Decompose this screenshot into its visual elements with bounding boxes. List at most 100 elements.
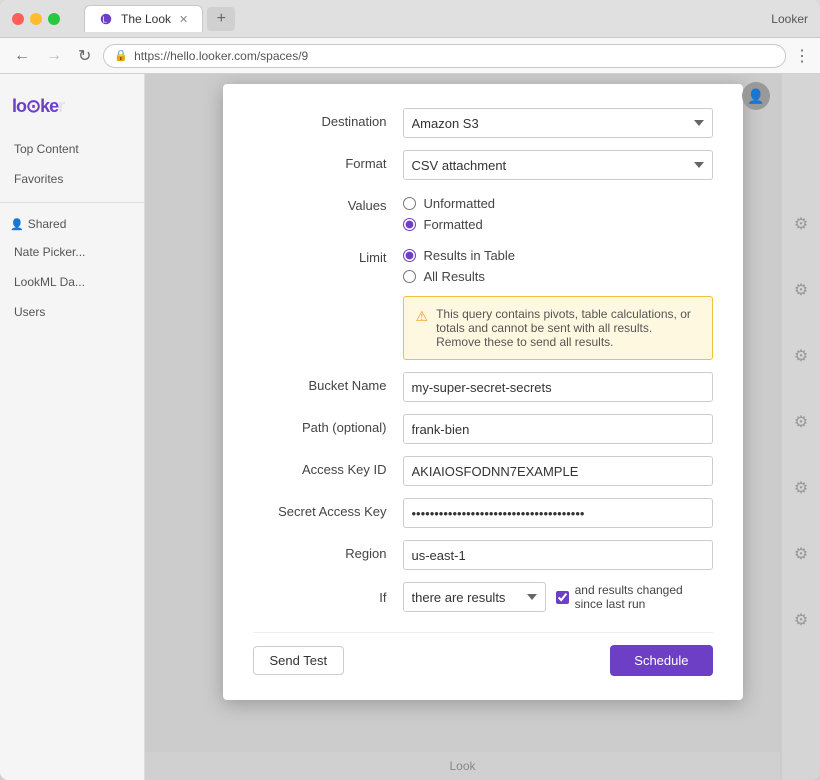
format-control: CSV attachment: [403, 150, 713, 180]
browser-tab[interactable]: L The Look ✕: [84, 5, 203, 32]
minimize-button[interactable]: [30, 13, 42, 25]
path-label: Path (optional): [253, 414, 403, 435]
values-radio-group: Unformatted Formatted: [403, 192, 713, 232]
tab-favicon: L: [99, 12, 113, 26]
gear-icon-6[interactable]: ⚙: [794, 544, 808, 564]
values-formatted-radio[interactable]: [403, 218, 416, 231]
limit-results-in-table-option[interactable]: Results in Table: [403, 248, 713, 263]
send-test-button[interactable]: Send Test: [253, 646, 345, 675]
schedule-dialog: Destination Amazon S3 Format CSV attachm…: [223, 84, 743, 700]
schedule-button[interactable]: Schedule: [610, 645, 712, 676]
warning-text: This query contains pivots, table calcul…: [436, 307, 699, 349]
limit-control: Results in Table All Results ⚠ This quer…: [403, 244, 713, 360]
tab-area: L The Look ✕ +: [84, 5, 235, 32]
path-control: [403, 414, 713, 444]
destination-row: Destination Amazon S3: [253, 108, 713, 138]
destination-label: Destination: [253, 108, 403, 129]
dialog-footer: Send Test Schedule: [253, 632, 713, 676]
reload-button[interactable]: ↻: [74, 44, 95, 68]
sidebar-item-favorites[interactable]: Favorites: [0, 164, 144, 194]
if-checkbox-label: and results changed since last run: [575, 583, 713, 611]
path-input[interactable]: [403, 414, 713, 444]
browser-menu-button[interactable]: ⋮: [794, 46, 810, 66]
new-tab-button[interactable]: +: [207, 7, 235, 31]
limit-label: Limit: [253, 244, 403, 265]
bucket-name-control: [403, 372, 713, 402]
browser-window: L The Look ✕ + Looker ← → ↻ 🔒 https://he…: [0, 0, 820, 780]
values-unformatted-radio[interactable]: [403, 197, 416, 210]
sidebar-item-users[interactable]: Users: [0, 297, 144, 327]
if-row: If there are results and results changed…: [253, 582, 713, 612]
region-label: Region: [253, 540, 403, 561]
secret-access-key-label: Secret Access Key: [253, 498, 403, 519]
region-row: Region: [253, 540, 713, 570]
limit-radio-group: Results in Table All Results ⚠ This quer…: [403, 244, 713, 360]
back-button[interactable]: ←: [10, 45, 34, 67]
limit-all-results-label: All Results: [424, 269, 485, 284]
format-label: Format: [253, 150, 403, 171]
fullscreen-button[interactable]: [48, 13, 60, 25]
format-row: Format CSV attachment: [253, 150, 713, 180]
browser-title-right: Looker: [771, 12, 808, 26]
sidebar-item-shared[interactable]: 👤 Shared: [0, 211, 144, 237]
content-area: lo⊙ker Top Content Favorites 👤 Shared Na…: [0, 74, 820, 780]
if-controls: there are results and results changed si…: [403, 582, 713, 612]
bottom-label: Look: [145, 752, 780, 780]
secret-access-key-input[interactable]: [403, 498, 713, 528]
looker-logo: lo⊙ker: [0, 84, 144, 134]
values-row: Values Unformatted Formatted: [253, 192, 713, 232]
svg-text:L: L: [103, 16, 108, 25]
values-formatted-option[interactable]: Formatted: [403, 217, 713, 232]
region-input[interactable]: [403, 540, 713, 570]
destination-control: Amazon S3: [403, 108, 713, 138]
values-label: Values: [253, 192, 403, 213]
limit-all-results-radio[interactable]: [403, 270, 416, 283]
gear-icon-3[interactable]: ⚙: [794, 346, 808, 366]
if-checkbox[interactable]: [556, 590, 569, 605]
limit-results-in-table-label: Results in Table: [424, 248, 516, 263]
nav-bar: ← → ↻ 🔒 https://hello.looker.com/spaces/…: [0, 38, 820, 74]
sidebar-item-lookml[interactable]: LookML Da...: [0, 267, 144, 297]
url-text: https://hello.looker.com/spaces/9: [134, 49, 308, 63]
limit-results-in-table-radio[interactable]: [403, 249, 416, 262]
lock-icon: 🔒: [114, 49, 128, 62]
sidebar-item-top-content[interactable]: Top Content: [0, 134, 144, 164]
title-bar: L The Look ✕ + Looker: [0, 0, 820, 38]
values-unformatted-option[interactable]: Unformatted: [403, 196, 713, 211]
limit-all-results-option[interactable]: All Results: [403, 269, 713, 284]
if-checkbox-item[interactable]: and results changed since last run: [556, 583, 713, 611]
forward-button[interactable]: →: [42, 45, 66, 67]
tab-close-icon[interactable]: ✕: [179, 13, 188, 26]
format-select[interactable]: CSV attachment: [403, 150, 713, 180]
user-avatar[interactable]: 👤: [742, 82, 770, 110]
bucket-name-row: Bucket Name: [253, 372, 713, 402]
if-select[interactable]: there are results: [403, 582, 546, 612]
gear-icon-4[interactable]: ⚙: [794, 412, 808, 432]
if-label: If: [253, 590, 403, 605]
sidebar-item-nate[interactable]: Nate Picker...: [0, 237, 144, 267]
sidebar: lo⊙ker Top Content Favorites 👤 Shared Na…: [0, 74, 145, 780]
bucket-name-label: Bucket Name: [253, 372, 403, 393]
gear-icon-7[interactable]: ⚙: [794, 610, 808, 630]
close-button[interactable]: [12, 13, 24, 25]
main-area: ⚙ ⚙ ⚙ ⚙ ⚙ ⚙ ⚙ 👤 Destination Amaz: [145, 74, 820, 780]
sidebar-divider-1: [0, 202, 144, 203]
traffic-lights: [12, 13, 60, 25]
gear-icon-1[interactable]: ⚙: [794, 214, 808, 234]
access-key-id-input[interactable]: [403, 456, 713, 486]
values-formatted-label: Formatted: [424, 217, 483, 232]
values-control: Unformatted Formatted: [403, 192, 713, 232]
tab-title: The Look: [121, 12, 171, 26]
bucket-name-input[interactable]: [403, 372, 713, 402]
region-control: [403, 540, 713, 570]
access-key-id-row: Access Key ID: [253, 456, 713, 486]
path-row: Path (optional): [253, 414, 713, 444]
warning-box: ⚠ This query contains pivots, table calc…: [403, 296, 713, 360]
secret-access-key-control: [403, 498, 713, 528]
values-unformatted-label: Unformatted: [424, 196, 496, 211]
access-key-id-label: Access Key ID: [253, 456, 403, 477]
gear-icon-5[interactable]: ⚙: [794, 478, 808, 498]
address-bar[interactable]: 🔒 https://hello.looker.com/spaces/9: [103, 44, 786, 68]
gear-icon-2[interactable]: ⚙: [794, 280, 808, 300]
destination-select[interactable]: Amazon S3: [403, 108, 713, 138]
